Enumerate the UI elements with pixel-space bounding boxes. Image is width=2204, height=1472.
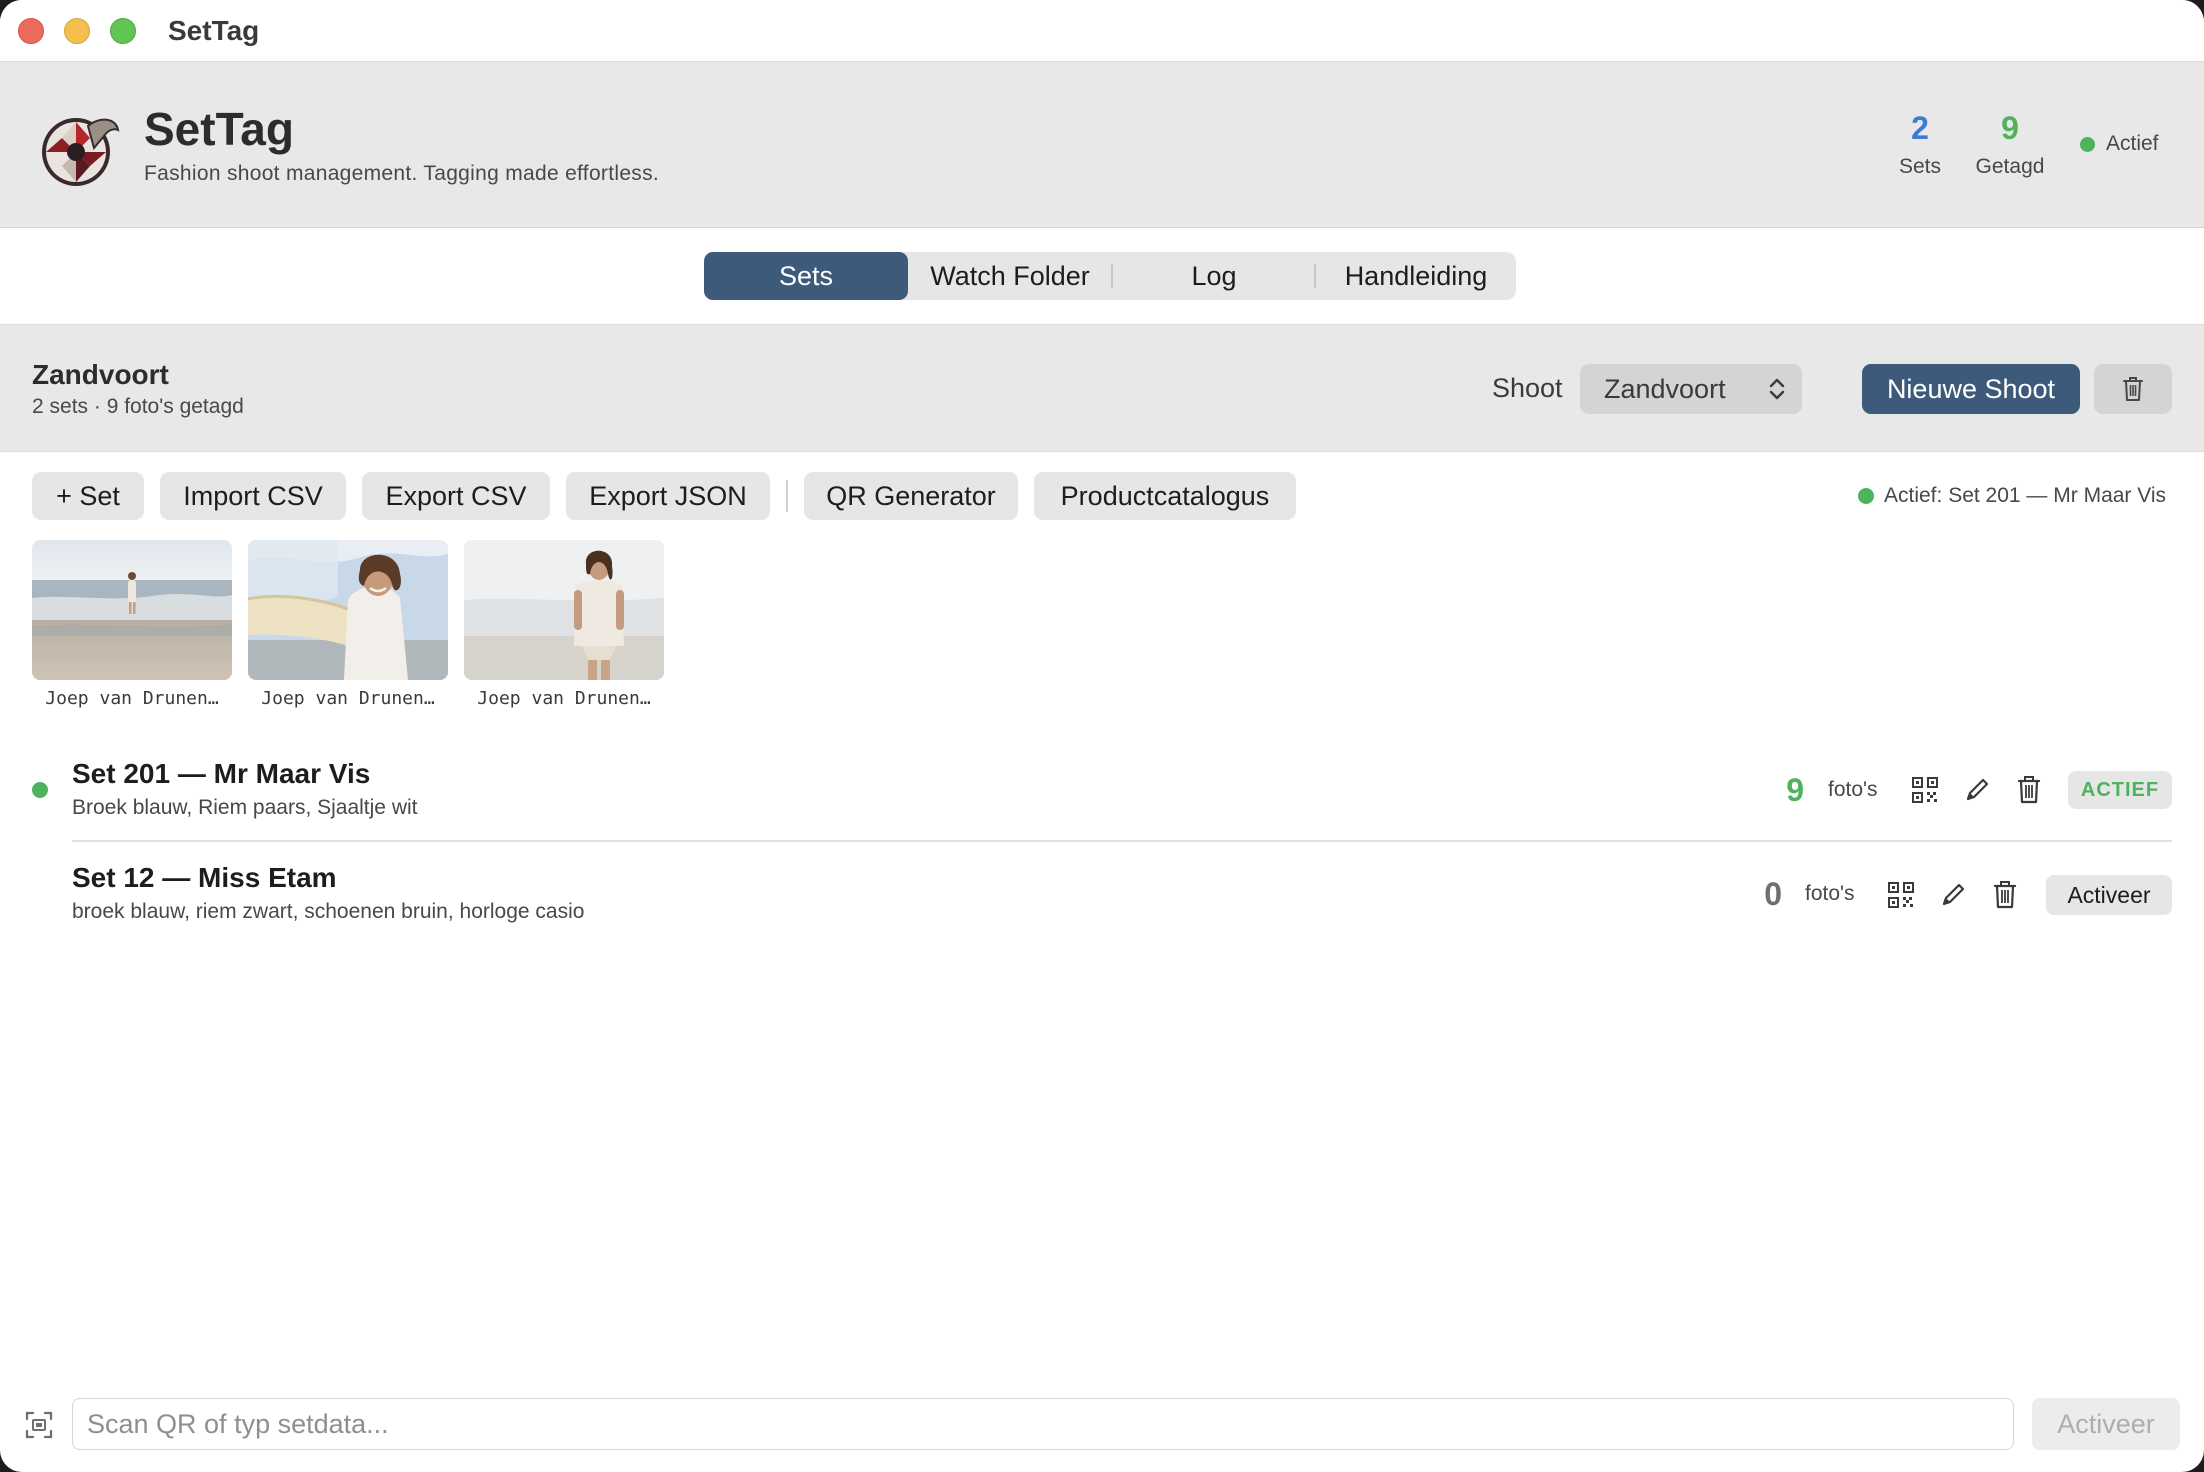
window-title: SetTag xyxy=(168,15,260,46)
qr-code-icon[interactable] xyxy=(1910,775,1940,805)
new-shoot-button[interactable]: Nieuwe Shoot xyxy=(1862,364,2080,414)
thumbnail-caption: Joep van Drunen… xyxy=(477,688,651,709)
tab-bar: Sets Watch Folder Log Handleiding xyxy=(704,252,1516,300)
tab-handleiding[interactable]: Handleiding xyxy=(1316,252,1516,300)
surfer-photo-image xyxy=(248,540,448,680)
shoot-bar: Zandvoort 2 sets · 9 foto's getagd Shoot… xyxy=(0,324,2204,452)
stat-tagged: 9 Getagd xyxy=(1970,110,2050,179)
import-csv-button[interactable]: Import CSV xyxy=(160,472,346,520)
stat-sets-value: 2 xyxy=(1911,110,1929,146)
set-photo-count: 0 xyxy=(1764,876,1782,912)
app-header: SetTag Fashion shoot management. Tagging… xyxy=(0,62,2204,228)
set-photo-count-label: foto's xyxy=(1805,882,1855,905)
qr-generator-button[interactable]: QR Generator xyxy=(804,472,1018,520)
shoot-name: Zandvoort xyxy=(32,359,169,390)
trash-icon[interactable] xyxy=(2014,774,2044,804)
thumbnail-caption: Joep van Drunen… xyxy=(45,688,219,709)
stat-sets-label: Sets xyxy=(1898,155,1942,178)
beach-photo-image xyxy=(32,540,232,680)
shoot-select-value: Zandvoort xyxy=(1604,374,1726,404)
photo-thumbnail[interactable] xyxy=(464,540,664,680)
title-bar: SetTag xyxy=(0,0,2204,62)
edit-pencil-icon[interactable] xyxy=(1938,880,1968,910)
tab-sets[interactable]: Sets xyxy=(704,252,908,300)
activate-scan-button[interactable]: Activeer xyxy=(2032,1398,2180,1450)
status-text: Actief xyxy=(2106,132,2159,155)
stat-tagged-value: 9 xyxy=(2001,110,2019,146)
row-divider xyxy=(72,840,2172,842)
app-logo-icon xyxy=(42,118,120,186)
app-tagline: Fashion shoot management. Tagging made e… xyxy=(144,162,660,185)
thumbnail-caption: Joep van Drunen… xyxy=(261,688,435,709)
export-json-button[interactable]: Export JSON xyxy=(566,472,770,520)
product-catalog-button[interactable]: Productcatalogus xyxy=(1034,472,1296,520)
close-window-button[interactable] xyxy=(18,18,44,44)
zoom-window-button[interactable] xyxy=(110,18,136,44)
status-badge: ACTIEF xyxy=(2068,771,2172,809)
toolbar-divider xyxy=(786,480,788,512)
set-photo-count-label: foto's xyxy=(1828,778,1878,801)
app-name: SetTag xyxy=(144,103,294,155)
active-set-indicator-icon xyxy=(32,782,48,798)
set-photo-count: 9 xyxy=(1786,772,1804,808)
add-set-button[interactable]: + Set xyxy=(32,472,144,520)
stat-sets: 2 Sets xyxy=(1890,110,1950,179)
chevron-up-down-icon xyxy=(1769,378,1785,400)
active-set-label: Actief: Set 201 — Mr Maar Vis xyxy=(1884,484,2167,507)
trash-icon xyxy=(2123,377,2143,401)
set-description: Broek blauw, Riem paars, Sjaaltje wit xyxy=(72,796,418,819)
set-title: Set 12 — Miss Etam xyxy=(72,862,337,893)
stat-tagged-label: Getagd xyxy=(1975,155,2045,178)
model-photo-image xyxy=(464,540,664,680)
active-indicator-icon xyxy=(1858,488,1874,504)
delete-shoot-button[interactable] xyxy=(2094,364,2172,414)
tab-log[interactable]: Log xyxy=(1112,252,1316,300)
app-window: SetTag SetTag Fashion shoot management. … xyxy=(0,0,2204,1472)
tab-watch-folder[interactable]: Watch Folder xyxy=(908,252,1112,300)
edit-pencil-icon[interactable] xyxy=(1962,775,1992,805)
minimize-window-button[interactable] xyxy=(64,18,90,44)
activate-set-button[interactable]: Activeer xyxy=(2046,875,2172,915)
set-title: Set 201 — Mr Maar Vis xyxy=(72,758,371,789)
qr-code-icon[interactable] xyxy=(1886,880,1916,910)
export-csv-button[interactable]: Export CSV xyxy=(362,472,550,520)
trash-icon[interactable] xyxy=(1990,879,2020,909)
scan-viewfinder-icon[interactable] xyxy=(24,1410,54,1440)
photo-thumbnail[interactable] xyxy=(248,540,448,680)
shoot-select-label: Shoot xyxy=(1492,373,1563,403)
photo-thumbnail[interactable] xyxy=(32,540,232,680)
status-indicator-icon xyxy=(2080,137,2095,152)
set-description: broek blauw, riem zwart, schoenen bruin,… xyxy=(72,900,585,923)
shoot-summary: 2 sets · 9 foto's getagd xyxy=(32,395,244,418)
shoot-select[interactable]: Zandvoort xyxy=(1580,364,1802,414)
scan-input[interactable] xyxy=(72,1398,2014,1450)
